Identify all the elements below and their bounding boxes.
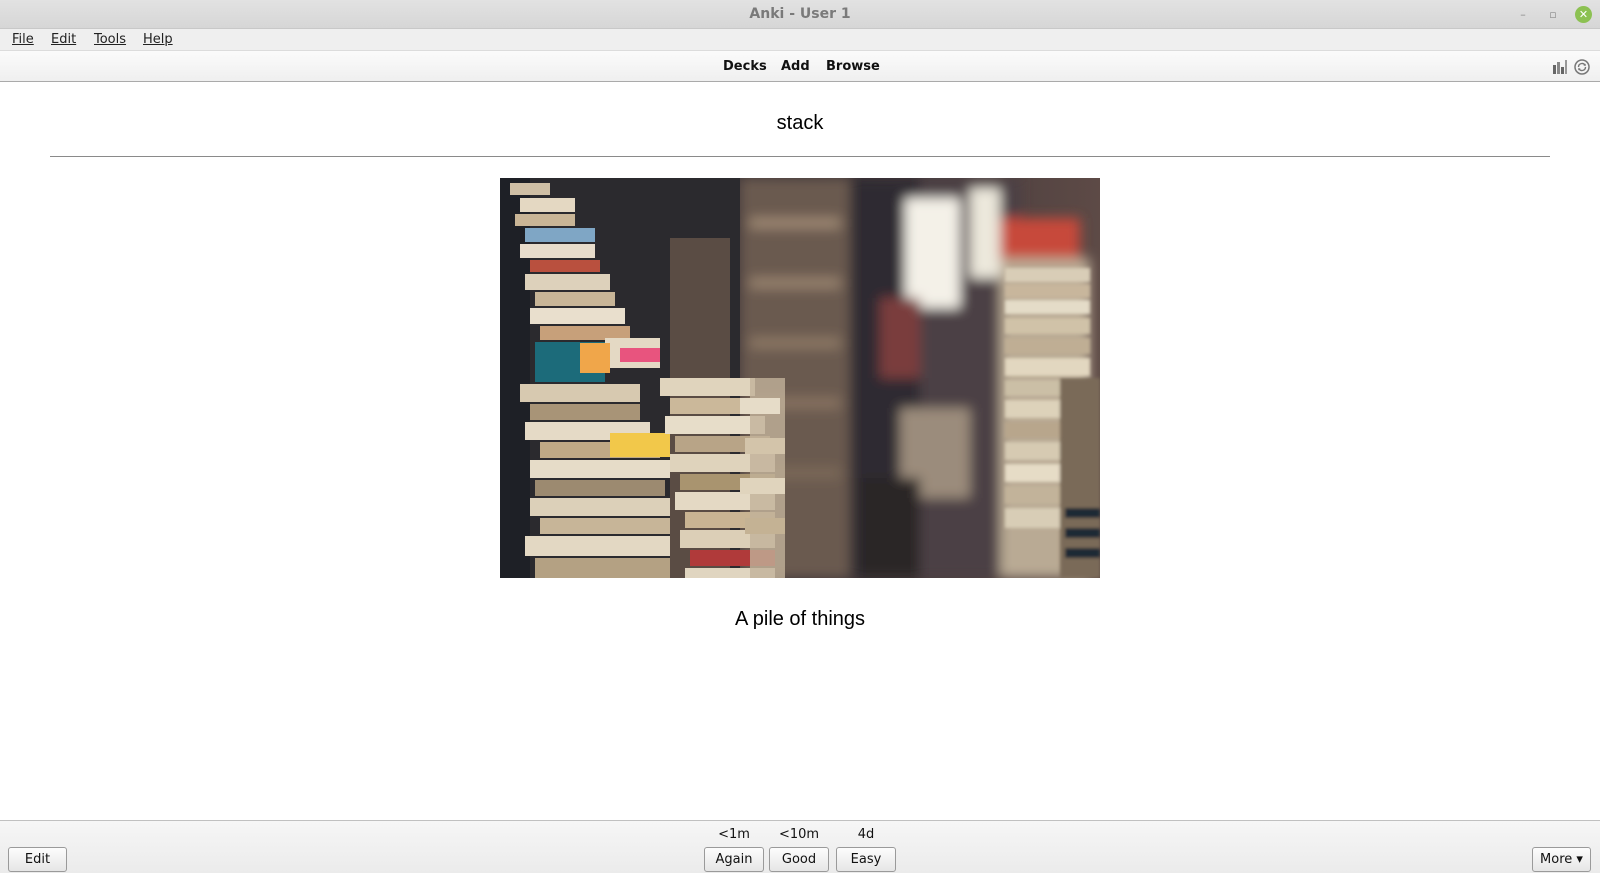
again-button[interactable]: Again <box>704 847 764 872</box>
menu-edit[interactable]: Edit <box>51 32 76 47</box>
sync-icon[interactable] <box>1574 59 1590 75</box>
window-title: Anki - User 1 <box>749 6 851 22</box>
again-interval: <1m <box>718 827 750 842</box>
edit-button[interactable]: Edit <box>8 847 67 872</box>
close-icon[interactable]: ✕ <box>1575 6 1592 23</box>
menubar: File Edit Tools Help <box>0 29 1600 51</box>
good-interval: <10m <box>778 827 820 842</box>
good-button[interactable]: Good <box>769 847 829 872</box>
window-titlebar: Anki - User 1 – ▫ ✕ <box>0 0 1600 29</box>
easy-button[interactable]: Easy <box>836 847 896 872</box>
review-bottom-bar: Edit <1m <10m 4d Again Good Easy More ▾ <box>0 820 1600 873</box>
menu-tools[interactable]: Tools <box>94 32 126 47</box>
main-toolbar: Decks Add Browse <box>0 51 1600 82</box>
stats-icon[interactable] <box>1552 59 1568 75</box>
more-button[interactable]: More ▾ <box>1532 847 1591 872</box>
card-back-text: A pile of things <box>734 608 866 630</box>
easy-interval: 4d <box>857 827 875 842</box>
nav-decks-link[interactable]: Decks <box>723 59 767 74</box>
maximize-icon[interactable]: ▫ <box>1545 6 1561 22</box>
answer-divider <box>50 156 1550 157</box>
nav-add-link[interactable]: Add <box>781 59 810 74</box>
card-front-text: stack <box>776 112 824 134</box>
card-view: stack A pile of things <box>0 82 1600 820</box>
nav-browse-link[interactable]: Browse <box>826 59 880 74</box>
menu-help[interactable]: Help <box>143 32 173 47</box>
minimize-icon[interactable]: – <box>1515 6 1531 22</box>
books-stack-photo <box>500 178 1100 578</box>
card-image <box>500 178 1100 578</box>
menu-file[interactable]: File <box>12 32 34 47</box>
